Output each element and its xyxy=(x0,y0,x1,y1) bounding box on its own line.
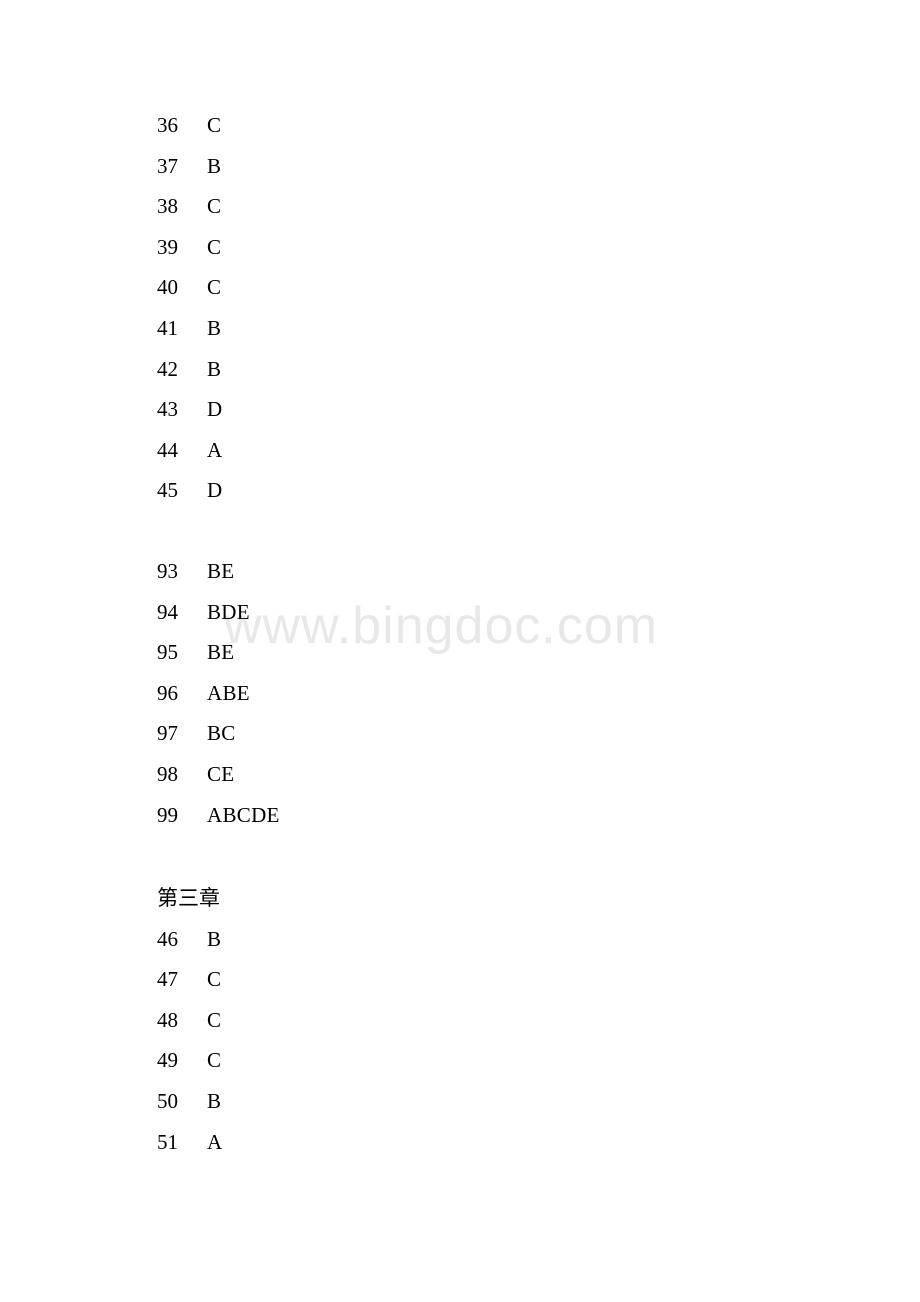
answer-block-1: 36 C 37 B 38 C 39 C 40 C 41 B 42 B 43 D … xyxy=(0,105,920,511)
question-answer: BDE xyxy=(207,599,250,624)
chapter-heading: 第三章 xyxy=(157,886,220,910)
question-answer: BE xyxy=(207,559,235,583)
question-answer: C xyxy=(207,113,222,137)
answer-row: 47 C xyxy=(0,959,920,1000)
question-number: 47 xyxy=(157,967,178,992)
question-answer: C xyxy=(207,275,222,300)
answer-row: 94 BDE xyxy=(0,592,920,633)
question-number: 39 xyxy=(157,234,178,259)
answer-block-3: 第三章 46 B 47 C 48 C 49 C 50 B 51 A xyxy=(0,878,920,1162)
question-number: 48 xyxy=(157,1007,178,1032)
question-answer: B xyxy=(207,1088,222,1113)
question-answer: CE xyxy=(207,761,235,786)
question-number: 95 xyxy=(157,640,178,665)
answer-row: 96 ABE xyxy=(0,673,920,714)
answer-row: 93 BE xyxy=(0,551,920,592)
question-answer: B xyxy=(207,153,222,178)
question-number: 93 xyxy=(157,559,178,583)
question-number: 38 xyxy=(157,194,178,219)
question-number: 98 xyxy=(157,761,178,786)
answer-row: 50 B xyxy=(0,1081,920,1122)
answer-row: 39 C xyxy=(0,227,920,268)
question-answer: ABCDE xyxy=(207,802,280,827)
document-page: www.bingdoc.com 36 C 37 B 38 C 39 C 40 C xyxy=(0,0,920,1302)
question-number: 37 xyxy=(157,153,178,178)
question-number: 42 xyxy=(157,356,178,381)
question-number: 40 xyxy=(157,275,178,300)
answer-block-2: 93 BE 94 BDE 95 BE 96 ABE 97 BC 98 CE 99… xyxy=(0,551,920,835)
question-answer: D xyxy=(207,397,223,422)
question-number: 50 xyxy=(157,1088,178,1113)
question-answer: B xyxy=(207,315,222,340)
answer-row: 37 B xyxy=(0,146,920,187)
question-answer: C xyxy=(207,234,222,259)
answer-row: 49 C xyxy=(0,1040,920,1081)
question-answer: B xyxy=(207,926,222,951)
answer-row: 45 D xyxy=(0,470,920,511)
question-number: 46 xyxy=(157,926,178,951)
question-answer: A xyxy=(207,437,223,462)
question-number: 96 xyxy=(157,680,178,705)
answer-row: 42 B xyxy=(0,349,920,390)
answer-row: 38 C xyxy=(0,186,920,227)
question-number: 44 xyxy=(157,437,178,462)
question-number: 45 xyxy=(157,478,178,503)
answer-row: 98 CE xyxy=(0,754,920,795)
answer-row: 36 C xyxy=(0,105,920,146)
question-answer: C xyxy=(207,967,222,992)
question-answer: BC xyxy=(207,721,236,746)
question-number: 51 xyxy=(157,1129,178,1154)
question-number: 99 xyxy=(157,802,178,827)
answer-row: 99 ABCDE xyxy=(0,795,920,836)
question-answer: D xyxy=(207,478,223,503)
question-answer: B xyxy=(207,356,222,381)
question-number: 41 xyxy=(157,315,178,340)
answer-row: 40 C xyxy=(0,267,920,308)
answer-row: 44 A xyxy=(0,430,920,471)
answer-row: 41 B xyxy=(0,308,920,349)
answer-row: 51 A xyxy=(0,1122,920,1163)
question-number: 36 xyxy=(157,113,178,137)
question-answer: C xyxy=(207,1048,222,1073)
question-answer: ABE xyxy=(207,680,250,705)
question-answer: C xyxy=(207,1007,222,1032)
question-number: 94 xyxy=(157,599,178,624)
answer-row: 43 D xyxy=(0,389,920,430)
question-number: 49 xyxy=(157,1048,178,1073)
question-answer: BE xyxy=(207,640,235,665)
answer-row: 46 B xyxy=(0,919,920,960)
question-number: 97 xyxy=(157,721,178,746)
question-number: 43 xyxy=(157,397,178,422)
answer-row: 95 BE xyxy=(0,632,920,673)
answer-row: 48 C xyxy=(0,1000,920,1041)
question-answer: A xyxy=(207,1129,223,1154)
question-answer: C xyxy=(207,194,222,219)
answer-row: 97 BC xyxy=(0,713,920,754)
